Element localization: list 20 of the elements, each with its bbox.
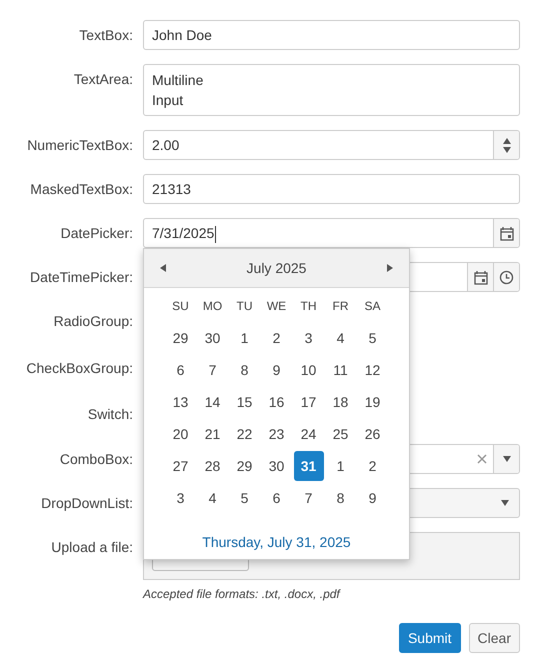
field-label: DateTimePicker:	[29, 268, 133, 287]
field-label: CheckBoxGroup:	[25, 359, 133, 378]
field-label: MaskedTextBox:	[29, 180, 133, 199]
weekday-label: TU	[236, 298, 254, 315]
weekday-label: SA	[363, 298, 382, 315]
field-label: DatePicker:	[60, 224, 133, 243]
field-label: RadioGroup:	[52, 312, 133, 331]
field-label: NumericTextBox:	[26, 136, 133, 155]
field-label: ComboBox:	[58, 450, 133, 469]
weekday-label: TH	[300, 298, 318, 315]
field-label: Upload a file:	[50, 538, 133, 557]
weekday-label: SU	[171, 298, 190, 315]
field-label: TextBox:	[78, 26, 133, 45]
field-label: TextArea:	[72, 70, 133, 89]
weekday-label: WE	[266, 298, 288, 315]
field-label: Switch:	[86, 405, 133, 424]
field-label: DropDownList:	[40, 494, 133, 513]
weekday-label: MO	[202, 298, 224, 315]
weekday-label: FR	[332, 298, 350, 315]
upload-hint: Accepted file formats: .txt, .docx, .pdf	[143, 587, 342, 601]
